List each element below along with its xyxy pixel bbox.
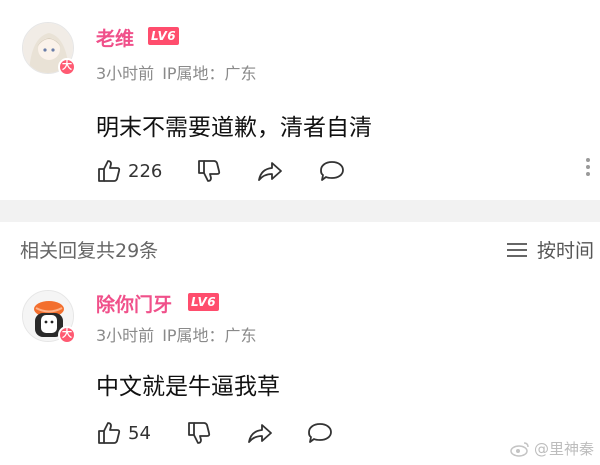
comment-card-main: 大 老维 LV6 3小时前 IP属地：广东 明末不需要道歉，清者自清 226	[0, 0, 600, 200]
comment-icon	[320, 161, 344, 181]
reply-avatar-wrap[interactable]: 大	[22, 290, 76, 344]
section-divider	[0, 200, 600, 222]
more-button[interactable]	[586, 158, 592, 179]
comment-button[interactable]	[318, 156, 346, 186]
more-icon	[586, 158, 592, 176]
like-icon	[98, 422, 121, 444]
reply-dislike-button[interactable]	[186, 418, 212, 448]
like-icon	[98, 160, 121, 182]
reply-level-badge: LV6	[188, 293, 220, 311]
reply-like-button[interactable]: 54	[96, 418, 151, 448]
replies-count-title: 相关回复共29条	[20, 240, 159, 262]
comment-time: 3小时前	[96, 64, 155, 83]
ip-location: IP属地：广东	[162, 64, 257, 83]
comment-icon	[308, 423, 332, 443]
sort-label: 按时间	[536, 240, 594, 262]
watermark-text: @里神秦	[533, 440, 594, 458]
level-badge: LV6	[148, 27, 180, 45]
reply-comment-button[interactable]	[306, 418, 334, 448]
like-button[interactable]: 226	[96, 156, 162, 186]
vip-badge: 大	[58, 326, 76, 344]
username[interactable]: 老维	[96, 24, 134, 51]
comment-content: 明末不需要道歉，清者自清	[96, 115, 372, 141]
vip-badge: 大	[58, 58, 76, 76]
reply-content: 中文就是牛逼我草	[96, 374, 280, 400]
comment-actions: 226	[96, 156, 396, 186]
reply-username[interactable]: 除你门牙	[96, 290, 172, 317]
watermark: @里神秦	[510, 438, 594, 459]
like-count: 226	[128, 160, 163, 182]
share-button[interactable]	[256, 156, 284, 186]
reply-meta: 3小时前 IP属地：广东	[96, 322, 257, 346]
dislike-icon	[188, 422, 211, 444]
reply-ip-location: IP属地：广东	[162, 326, 257, 345]
reply-share-button[interactable]	[246, 418, 274, 448]
share-icon	[248, 424, 272, 443]
dislike-button[interactable]	[196, 156, 222, 186]
reply-like-count: 54	[128, 422, 151, 444]
sort-by-time-button[interactable]: 按时间	[506, 236, 594, 263]
reply-time: 3小时前	[96, 326, 155, 345]
dislike-icon	[198, 160, 221, 182]
avatar-wrap[interactable]: 大	[22, 22, 76, 76]
sort-icon	[506, 239, 527, 261]
comment-meta: 3小时前 IP属地：广东	[96, 60, 257, 84]
weibo-icon	[510, 441, 529, 457]
reply-actions: 54	[96, 418, 396, 448]
share-icon	[258, 162, 282, 181]
